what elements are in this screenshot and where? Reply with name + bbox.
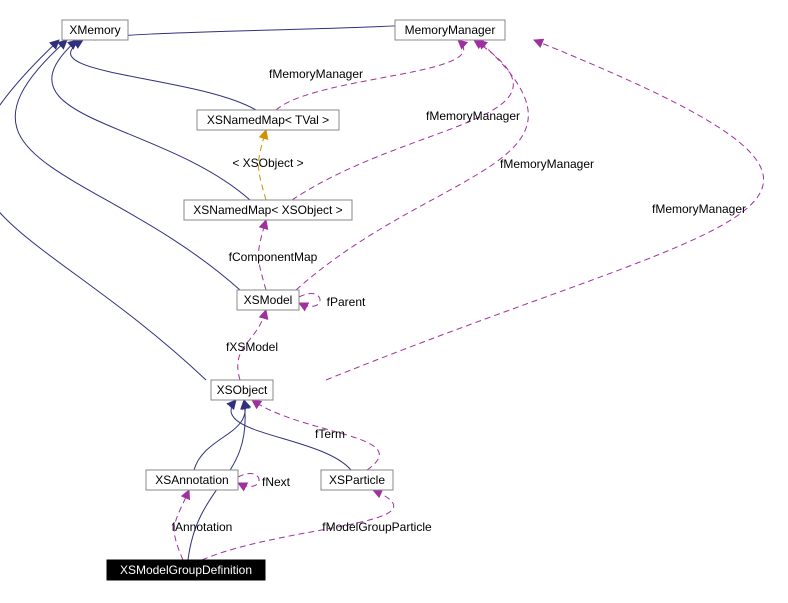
edge-use-xsann-self — [238, 474, 259, 487]
edge-label-use-xsmgd-xspart: fModelGroupParticle — [322, 520, 432, 534]
edge-label-use-xsmodel-nmap_obj: fComponentMap — [229, 250, 318, 264]
edge-label-use-xspart-xsobject: fTerm — [315, 427, 345, 441]
edge-inh-xsobject-xmemory — [0, 40, 206, 380]
edge-use-xsmodel-self — [299, 294, 320, 307]
node-label-xsnamedmap_obj: XSNamedMap< XSObject > — [193, 203, 342, 217]
edge-label-use-xsobject-memmgr: fMemoryManager — [652, 202, 746, 216]
edge-inh-nmap_tval-xmemory — [71, 40, 256, 110]
node-label-xsnamedmap_tval: XSNamedMap< TVal > — [207, 113, 329, 127]
node-label-xsobject_label: < XSObject > — [232, 156, 303, 170]
edge-label-use-nmap_tval-memmgr: fMemoryManager — [269, 67, 363, 81]
node-label-xmemory: XMemory — [69, 23, 120, 37]
edge-label-use-xsmodel-memmgr: fMemoryManager — [426, 109, 520, 123]
node-label-xsobject: XSObject — [217, 383, 268, 397]
node-label-xsannotation: XSAnnotation — [155, 473, 228, 487]
edge-inh-xsann-xsobject — [194, 400, 245, 470]
edge-inh-xsmodel-xmemory — [15, 40, 240, 290]
edge-label-use-nmap_obj-memmgr: fMemoryManager — [500, 157, 594, 171]
node-label-xsmodel: XSModel — [244, 293, 293, 307]
edge-label-use-xsobject-xsmodel: fXSModel — [226, 340, 278, 354]
edge-label-use-xsmodel-self: fParent — [327, 295, 366, 309]
collaboration-diagram: XMemory MemoryManager XSNamedMap< TVal > < … — [0, 0, 788, 598]
edge-label-use-xsmgd-xsann: fAnnotation — [172, 520, 233, 534]
node-label-xsparticle: XSParticle — [329, 473, 385, 487]
node-label-memorymanager: MemoryManager — [405, 23, 496, 37]
edge-label-use-xsann-self: fNext — [262, 475, 291, 489]
node-label-xsmodelgroupdef: XSModelGroupDefinition — [120, 563, 252, 577]
